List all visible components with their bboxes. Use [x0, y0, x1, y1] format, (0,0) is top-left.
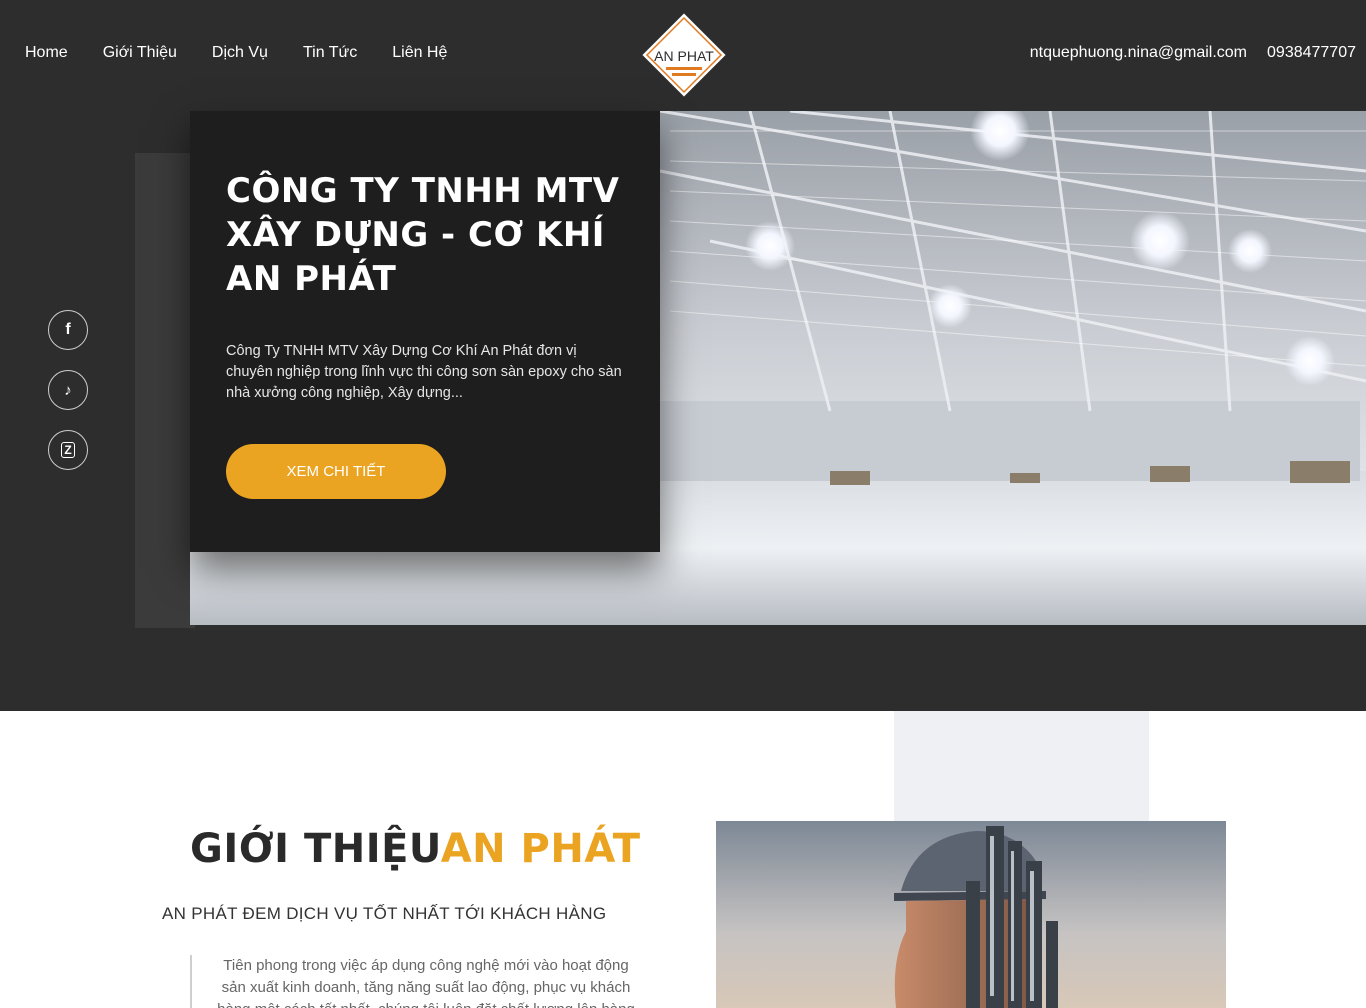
- intro-subtitle: AN PHÁT ĐEM DỊCH VỤ TỐT NHẤT TỚI KHÁCH H…: [162, 904, 607, 923]
- intro-title: GIỚI THIỆUAN PHÁT: [190, 826, 641, 872]
- nav-lien-he[interactable]: Liên Hệ: [392, 44, 447, 62]
- contact-email[interactable]: ntquephuong.nina@gmail.com: [1030, 44, 1247, 62]
- intro-title-highlight: AN PHÁT: [440, 826, 641, 872]
- hero-title: CÔNG TY TNHH MTV XÂY DỰNG - CƠ KHÍ AN PH…: [226, 171, 620, 299]
- social-zalo-button[interactable]: Z: [48, 430, 88, 470]
- zalo-icon: Z: [61, 442, 75, 458]
- tiktok-icon: ♪: [64, 381, 72, 399]
- intro-text-block: Tiên phong trong việc áp dụng công nghệ …: [190, 955, 650, 1008]
- intro-text: Tiên phong trong việc áp dụng công nghệ …: [217, 957, 635, 1008]
- main-nav: Home Giới Thiệu Dịch Vụ Tin Tức Liên Hệ: [25, 44, 447, 62]
- logo-text: AN PHAT: [654, 48, 714, 64]
- social-facebook-button[interactable]: f: [48, 310, 88, 350]
- view-details-button[interactable]: XEM CHI TIẾT: [226, 444, 446, 499]
- nav-tin-tuc[interactable]: Tin Tức: [303, 44, 357, 62]
- hero-card: CÔNG TY TNHH MTV XÂY DỰNG - CƠ KHÍ AN PH…: [190, 111, 660, 552]
- nav-home[interactable]: Home: [25, 44, 68, 62]
- nav-dich-vu[interactable]: Dịch Vụ: [212, 44, 268, 62]
- nav-gioi-thieu[interactable]: Giới Thiệu: [103, 44, 177, 62]
- contact-phone[interactable]: 0938477707: [1267, 44, 1356, 62]
- company-logo[interactable]: AN PHAT: [639, 10, 729, 100]
- facebook-icon: f: [65, 321, 71, 338]
- social-tiktok-button[interactable]: ♪: [48, 370, 88, 410]
- decor-strip: [135, 153, 195, 628]
- engineer-image: [716, 821, 1226, 1008]
- header-contact: ntquephuong.nina@gmail.com 0938477707: [1030, 44, 1356, 62]
- hero-description: Công Ty TNHH MTV Xây Dựng Cơ Khí An Phát…: [226, 343, 622, 401]
